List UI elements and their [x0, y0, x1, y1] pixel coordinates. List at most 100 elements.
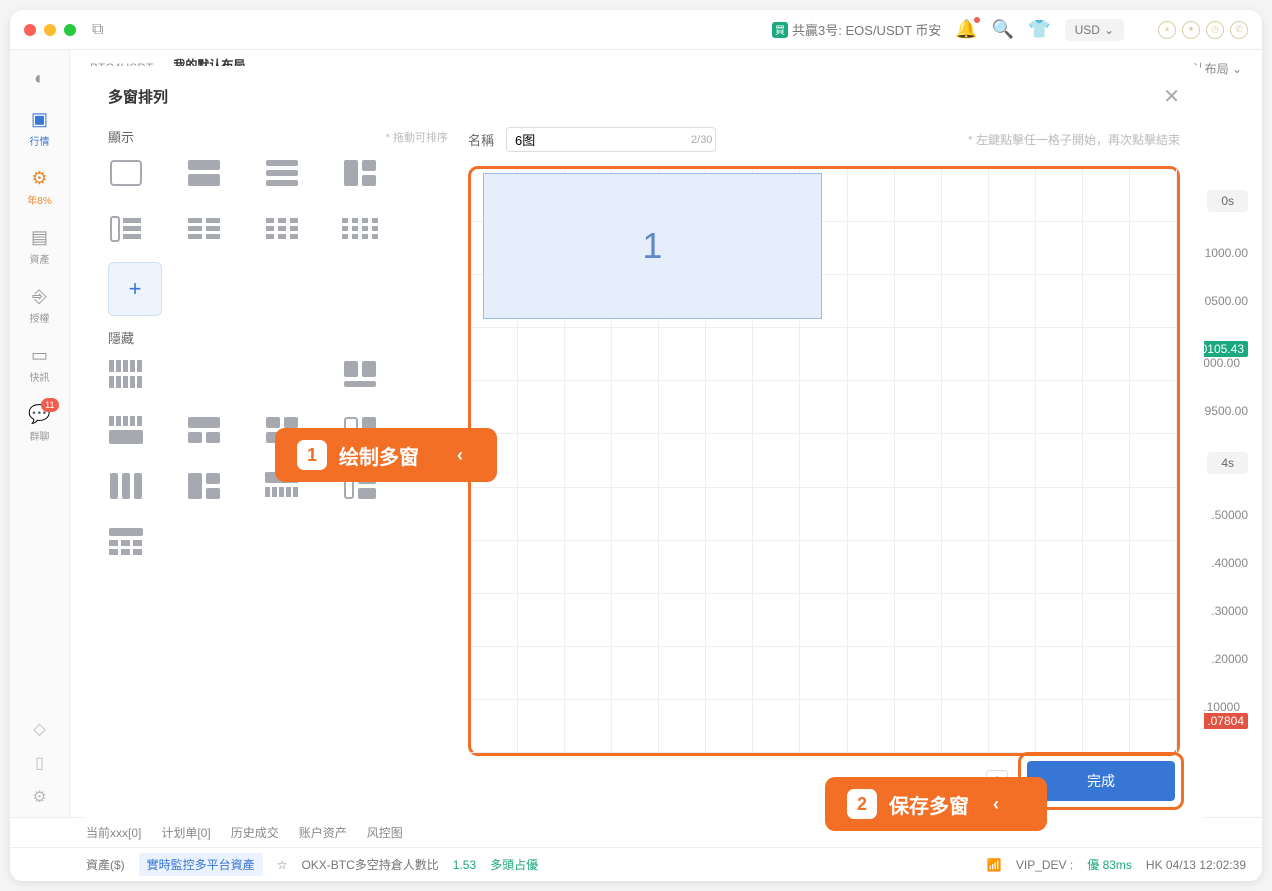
bg-price: 1000.00 [1205, 246, 1248, 260]
sidebar-label: 行情 [30, 133, 50, 148]
currency-selector[interactable]: USD ⌄ [1065, 19, 1124, 41]
sidebar-label: 快訊 [30, 369, 50, 384]
section-show-label: 顯示 [108, 127, 134, 146]
layout-hidden-8[interactable] [186, 471, 222, 501]
sidebar-item-yield[interactable]: ⚙ 年8% [15, 160, 65, 215]
tutorial-callout-1: 1 绘制多窗 ‹ [275, 428, 497, 482]
minimize-window-icon[interactable] [44, 24, 56, 36]
name-char-count: 2/30 [691, 134, 712, 146]
news-icon: ▭ [31, 345, 48, 366]
sidebar-globe[interactable]: ◐ [15, 60, 65, 97]
bg-price-hl-red: .07804 [1203, 713, 1248, 729]
layout-hidden-11[interactable] [108, 527, 144, 557]
ping-quality: 優 [1087, 858, 1099, 872]
wifi-icon: 📶 [987, 858, 1002, 872]
status-vip: VIP_DEV : [1016, 858, 1073, 872]
layout-hidden-2[interactable] [342, 359, 378, 389]
phone-icon[interactable]: ✆ [1230, 21, 1248, 39]
tablet-icon[interactable]: ▯ [35, 753, 44, 773]
drag-hint: * 拖動可排序 [386, 129, 448, 145]
done-button[interactable]: 完成 [1027, 761, 1175, 801]
bg-price: 9500.00 [1205, 404, 1248, 418]
chevron-down-icon: ⌄ [1104, 23, 1114, 37]
layout-preset-2[interactable] [186, 158, 222, 188]
currency-value: USD [1075, 23, 1100, 37]
sidebar-item-auth[interactable]: ⎆ 授權 [15, 278, 65, 333]
popout-icon[interactable]: ⧉ [92, 21, 103, 39]
shield-icon[interactable]: ✦ [1182, 21, 1200, 39]
chat-badge: 11 [41, 398, 58, 412]
sidebar-label: 年8% [27, 192, 51, 207]
status-ratio: 1.53 [453, 858, 476, 872]
sidebar-item-market[interactable]: ▣ 行情 [15, 101, 65, 156]
gear-icon[interactable]: ⚙ [32, 787, 46, 807]
layout-preset-1[interactable] [108, 158, 144, 188]
sidebar-item-chat[interactable]: 11 💬 群聊 [15, 396, 65, 451]
bg-price: .20000 [1211, 652, 1248, 666]
close-window-icon[interactable] [24, 24, 36, 36]
globe-icon: ◐ [34, 68, 45, 89]
bg-price: .10000 [1203, 700, 1240, 714]
sidebar-label: 授權 [30, 310, 50, 325]
diamond-icon[interactable]: ◇ [33, 719, 45, 739]
auth-icon: ⎆ [32, 286, 46, 307]
bg-price: .30000 [1211, 604, 1248, 618]
bg-price: 0500.00 [1205, 294, 1248, 308]
callout-number: 2 [847, 789, 877, 819]
layout-preset-5[interactable] [108, 214, 144, 244]
section-hide-label: 隱藏 [108, 328, 134, 347]
layout-preset-8[interactable] [342, 214, 378, 244]
window-controls[interactable] [24, 24, 76, 36]
footer-tab[interactable]: 当前xxx[0] [86, 824, 141, 841]
buy-icon: 買 [772, 22, 788, 38]
name-label: 名稱 [468, 130, 494, 149]
sidebar-label: 資產 [30, 251, 50, 266]
layout-name-input-wrap[interactable]: 2/30 [506, 127, 716, 152]
bg-time-0: 0s [1207, 190, 1248, 212]
layout-preset-6[interactable] [186, 214, 222, 244]
bg-time-4: 4s [1207, 452, 1248, 474]
chevron-left-icon: ‹ [981, 789, 1011, 819]
sidebar-label: 群聊 [30, 428, 50, 443]
modal-title: 多窗排列 [108, 86, 168, 107]
pause-icon[interactable]: ⏸ [1158, 21, 1176, 39]
status-pair-text: OKX-BTC多空持倉人數比 [301, 856, 438, 873]
maximize-window-icon[interactable] [64, 24, 76, 36]
shirt-icon[interactable]: 👕 [1028, 19, 1050, 40]
search-icon[interactable]: 🔍 [992, 19, 1014, 40]
layout-preset-3[interactable] [264, 158, 300, 188]
layout-region-1[interactable]: 1 [483, 173, 822, 319]
layout-hidden-1[interactable] [108, 359, 144, 389]
sidebar-item-assets[interactable]: ▤ 資產 [15, 219, 65, 274]
footer-tab[interactable]: 账户资产 [299, 824, 347, 841]
yield-icon: ⚙ [31, 168, 47, 189]
status-monitor-chip[interactable]: 實時監控多平台資產 [139, 853, 263, 876]
multi-window-modal: 多窗排列 ✕ 顯示 * 拖動可排序 + [84, 66, 1204, 826]
layout-name-input[interactable] [515, 132, 691, 147]
sidebar-item-news[interactable]: ▭ 快訊 [15, 337, 65, 392]
layout-preset-4[interactable] [342, 158, 378, 188]
layout-preset-7[interactable] [264, 214, 300, 244]
callout-text: 保存多窗 [889, 790, 969, 819]
tutorial-callout-2: ‹ 保存多窗 2 [825, 777, 1047, 831]
footer-tab[interactable]: 计划单[0] [161, 824, 210, 841]
footer-tab[interactable]: 风控图 [367, 824, 403, 841]
add-layout-button[interactable]: + [108, 262, 162, 316]
clock-icon[interactable]: ◷ [1206, 21, 1224, 39]
layout-hidden-3[interactable] [108, 415, 144, 445]
footer-tab[interactable]: 历史成交 [231, 824, 279, 841]
star-icon[interactable]: ☆ [277, 858, 288, 872]
workspace-status-text: 共贏3号: EOS/USDT 币安 [792, 20, 941, 39]
workspace-status[interactable]: 買 共贏3号: EOS/USDT 币安 [772, 20, 941, 39]
layout-hidden-4[interactable] [186, 415, 222, 445]
assets-icon: ▤ [31, 227, 48, 248]
layout-draw-grid[interactable]: 1 [468, 166, 1180, 756]
callout-text: 绘制多窗 [339, 441, 419, 470]
market-icon: ▣ [31, 109, 48, 130]
notifications-icon[interactable]: 🔔 [955, 19, 977, 40]
close-icon[interactable]: ✕ [1163, 84, 1180, 109]
callout-number: 1 [297, 440, 327, 470]
layout-hidden-7[interactable] [108, 471, 144, 501]
status-datetime: HK 04/13 12:02:39 [1146, 858, 1246, 872]
chevron-left-icon: ‹ [445, 440, 475, 470]
